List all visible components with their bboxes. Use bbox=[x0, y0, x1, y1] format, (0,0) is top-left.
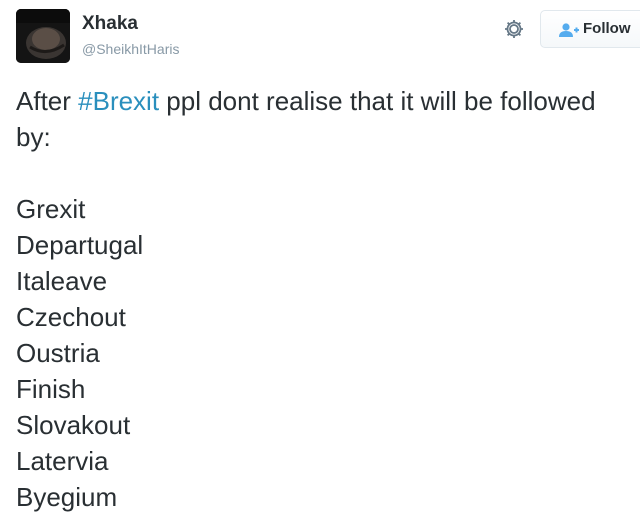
add-person-icon bbox=[559, 23, 579, 37]
gear-icon[interactable] bbox=[503, 18, 525, 40]
list-item: Czechout bbox=[16, 302, 126, 332]
profile-photo-icon bbox=[16, 9, 70, 63]
user-handle[interactable]: @SheikhItHaris bbox=[82, 41, 179, 57]
follow-button[interactable]: Follow bbox=[540, 10, 640, 48]
list-item: Latervia bbox=[16, 446, 109, 476]
list-item: Departugal bbox=[16, 230, 144, 260]
tweet-text: After #Brexit ppl dont realise that it w… bbox=[16, 83, 616, 515]
list-item: Italeave bbox=[16, 266, 108, 296]
display-name[interactable]: Xhaka bbox=[82, 13, 138, 35]
list-item: Byegium bbox=[16, 482, 118, 512]
list-item: Slovakout bbox=[16, 410, 131, 440]
list-item: Oustria bbox=[16, 338, 100, 368]
follow-label: Follow bbox=[583, 20, 631, 37]
tweet-intro: After #Brexit ppl dont realise that it w… bbox=[16, 83, 616, 155]
avatar[interactable] bbox=[16, 9, 70, 63]
list-item: Finish bbox=[16, 374, 86, 404]
list-item: Grexit bbox=[16, 194, 86, 224]
tweet-text-before: After bbox=[16, 86, 79, 116]
hashtag-link[interactable]: #Brexit bbox=[78, 86, 159, 116]
